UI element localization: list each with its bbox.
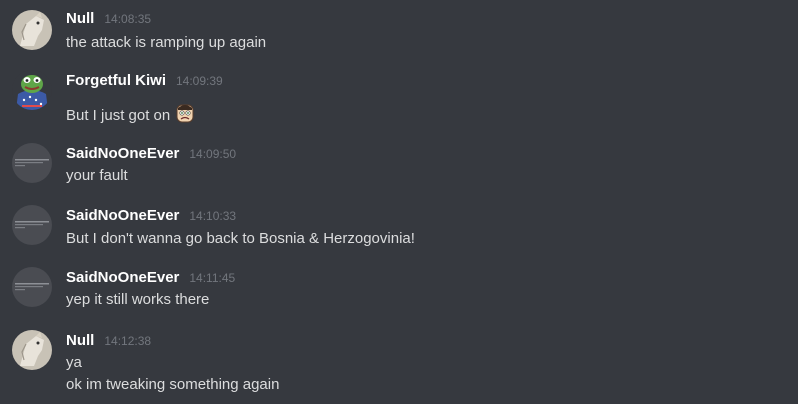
horse-avatar-icon: [12, 10, 52, 50]
text-avatar-icon: [12, 143, 52, 183]
frog-flag-avatar-icon: [12, 70, 52, 110]
message-header: Null 14:08:35: [66, 8, 151, 30]
timestamp: 14:11:45: [189, 271, 236, 285]
message-text: your fault: [66, 167, 128, 184]
timestamp: 14:08:35: [104, 12, 152, 26]
text-avatar-icon: [12, 267, 52, 307]
timestamp: 14:09:50: [189, 147, 237, 161]
avatar[interactable]: [12, 330, 52, 370]
message-text: ya: [66, 354, 82, 371]
timestamp: 14:12:38: [104, 334, 152, 348]
author-name[interactable]: SaidNoOneEver: [66, 207, 179, 224]
chat-log: Null 14:08:35 the attack is ramping up ag…: [0, 0, 798, 404]
avatar[interactable]: [12, 267, 52, 307]
timestamp: 14:10:33: [189, 209, 237, 223]
message-header: Null 14:12:38: [66, 330, 151, 352]
message-header: SaidNoOneEver 14:09:50: [66, 143, 236, 165]
message-header: Forgetful Kiwi 14:09:39: [66, 70, 223, 92]
avatar[interactable]: [12, 205, 52, 245]
avatar[interactable]: [12, 70, 52, 110]
message-header: SaidNoOneEver 14:10:33: [66, 205, 236, 227]
author-name[interactable]: SaidNoOneEver: [66, 145, 179, 162]
sad-face-emoji-icon[interactable]: [174, 102, 196, 124]
author-name[interactable]: Null: [66, 10, 94, 27]
timestamp: 14:09:39: [176, 74, 223, 88]
message-text: ok im tweaking something again: [66, 376, 280, 393]
message-text: But I just got on: [66, 102, 196, 127]
author-name[interactable]: SaidNoOneEver: [66, 269, 179, 286]
message-text: the attack is ramping up again: [66, 34, 267, 51]
author-name[interactable]: Null: [66, 332, 94, 349]
avatar[interactable]: [12, 10, 52, 50]
message-header: SaidNoOneEver 14:11:45: [66, 267, 235, 289]
horse-avatar-icon: [12, 330, 52, 370]
avatar[interactable]: [12, 143, 52, 183]
text-avatar-icon: [12, 205, 52, 245]
message-text: But I don't wanna go back to Bosnia & He…: [66, 230, 415, 247]
message-text: yep it still works there: [66, 291, 210, 308]
message-text-content: But I just got on: [66, 107, 171, 124]
author-name[interactable]: Forgetful Kiwi: [66, 72, 166, 89]
